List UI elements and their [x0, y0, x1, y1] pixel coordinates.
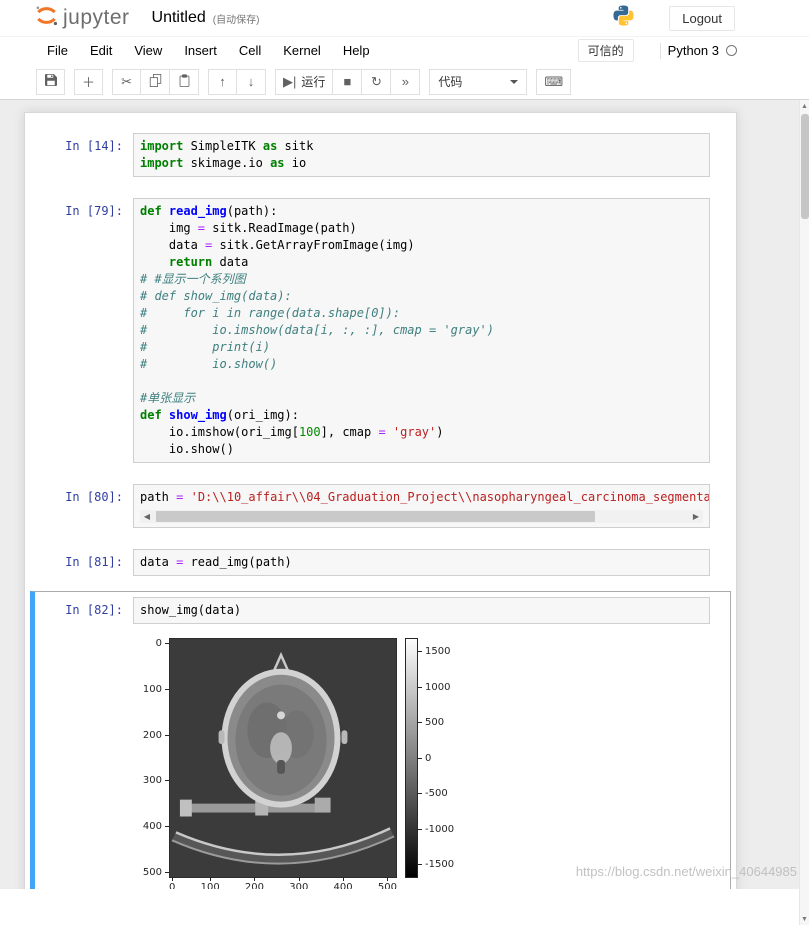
scroll-down-arrow[interactable]: ▼: [800, 913, 809, 925]
input-prompt: In [79]:: [65, 204, 123, 218]
menu-kernel[interactable]: Kernel: [272, 39, 332, 62]
copy-cell-button[interactable]: [141, 68, 171, 95]
menu-help[interactable]: Help: [332, 39, 381, 62]
code-cell-79[interactable]: In [79]: def read_img(path): img = sitk.…: [30, 192, 731, 469]
menu-file[interactable]: File: [36, 39, 79, 62]
cell-type-value: 代码: [438, 75, 463, 89]
run-icon: ▶|: [283, 73, 297, 89]
menu-insert[interactable]: Insert: [173, 39, 228, 62]
plus-icon: ＋: [82, 75, 96, 90]
code-text: def read_img(path): img = sitk.ReadImage…: [140, 204, 495, 456]
scroll-left-arrow[interactable]: ◀: [140, 510, 154, 523]
code-text: show_img(data): [140, 603, 242, 617]
vertical-scroll-thumb[interactable]: [801, 114, 809, 219]
code-text: import SimpleITK as sitk import skimage.i…: [140, 139, 314, 170]
input-prompt: In [14]:: [65, 139, 123, 153]
move-cell-up-button[interactable]: ↑: [208, 68, 238, 95]
scissors-icon: ✂: [121, 73, 132, 89]
paste-cell-button[interactable]: [170, 68, 200, 95]
add-cell-button[interactable]: ＋: [74, 68, 104, 95]
fast-forward-icon: »: [401, 74, 410, 89]
cell-output: 0 100 200 300 400 500 0 100 200 300 400 …: [133, 632, 454, 889]
matplotlib-figure: 0 100 200 300 400 500 0 100 200 300 400 …: [137, 638, 454, 889]
trusted-indicator[interactable]: 可信的: [577, 39, 634, 62]
move-cell-down-button[interactable]: ↓: [237, 68, 267, 95]
restart-icon: ↻: [370, 73, 382, 89]
menu-cell[interactable]: Cell: [228, 39, 272, 62]
kernel-name: Python 3: [667, 43, 719, 58]
input-prompt: In [82]:: [65, 603, 123, 617]
toolbar: ＋ ✂ ↑ ↓ ▶| 运行 ■ ↻ » 代码 ⌨: [0, 64, 809, 100]
cut-cell-button[interactable]: ✂: [112, 68, 142, 95]
colorbar-ticks: 1500 1000 500 0 -500 -1000 -1500: [418, 646, 454, 870]
code-text: path = 'D:\\10_affair\\04_Graduation_Pro…: [140, 490, 709, 504]
kernel-idle-icon: [726, 45, 737, 56]
arrow-down-icon: ↓: [247, 74, 255, 89]
horizontal-scroll-track[interactable]: [154, 510, 689, 523]
keyboard-icon: ⌨: [544, 73, 564, 89]
jupyter-planet-icon: [34, 3, 59, 33]
header: jupyter Untitled (自动保存) Logout: [0, 0, 809, 36]
restart-kernel-button[interactable]: ↻: [362, 68, 392, 95]
code-cell-14[interactable]: In [14]: import SimpleITK as sitk import …: [30, 127, 731, 183]
scroll-right-arrow[interactable]: ▶: [689, 510, 703, 523]
interrupt-kernel-button[interactable]: ■: [333, 68, 363, 95]
menu-edit[interactable]: Edit: [79, 39, 123, 62]
kernel-divider: [659, 42, 661, 59]
autosave-status: (自动保存): [212, 14, 260, 26]
run-label: 运行: [301, 75, 326, 89]
chevron-down-icon: [510, 79, 519, 84]
code-input[interactable]: show_img(data): [133, 597, 710, 624]
restart-run-all-button[interactable]: »: [391, 68, 421, 95]
notebook-scroll-area: In [14]: import SimpleITK as sitk import …: [0, 100, 809, 889]
run-cell-button[interactable]: ▶| 运行: [275, 68, 334, 95]
save-button[interactable]: [36, 68, 65, 95]
notebook-container: In [14]: import SimpleITK as sitk import …: [24, 112, 737, 889]
menu-view[interactable]: View: [123, 39, 173, 62]
notebook-title[interactable]: Untitled: [152, 9, 206, 27]
code-cell-81[interactable]: In [81]: data = read_img(path): [30, 543, 731, 582]
input-prompt: In [81]:: [65, 555, 123, 569]
code-cell-82-selected[interactable]: In [82]: show_img(data) 0 100 200 300 400 500: [30, 591, 731, 889]
horizontal-scroll-thumb[interactable]: [156, 511, 595, 522]
copy-icon: [149, 73, 162, 90]
code-input[interactable]: data = read_img(path): [133, 549, 710, 576]
colorbar: [405, 638, 418, 878]
command-palette-button[interactable]: ⌨: [536, 68, 572, 95]
horizontal-scrollbar[interactable]: ◀ ▶: [140, 510, 703, 523]
code-input[interactable]: path = 'D:\\10_affair\\04_Graduation_Pro…: [133, 484, 710, 528]
arrow-up-icon: ↑: [219, 74, 226, 89]
code-input[interactable]: def read_img(path): img = sitk.ReadImage…: [133, 198, 710, 463]
code-text: data = read_img(path): [140, 555, 292, 569]
code-input[interactable]: import SimpleITK as sitk import skimage.i…: [133, 133, 710, 177]
paste-icon: [178, 73, 191, 90]
stop-icon: ■: [343, 74, 352, 89]
menubar: File Edit View Insert Cell Kernel Help 可…: [0, 36, 809, 64]
code-cell-80[interactable]: In [80]: path = 'D:\\10_affair\\04_Gradu…: [30, 478, 731, 534]
cell-type-select[interactable]: 代码: [429, 68, 528, 95]
python-logo-icon: [612, 4, 635, 32]
output-prompt: [45, 632, 133, 889]
scroll-up-arrow[interactable]: ▲: [800, 100, 809, 112]
kernel-indicator: Python 3: [659, 42, 737, 59]
ct-image: [169, 638, 397, 878]
save-icon: [44, 74, 57, 89]
y-axis-ticks: 0 100 200 300 400 500: [137, 638, 169, 878]
x-axis-ticks: 0 100 200 300 400 500: [169, 877, 397, 889]
jupyter-wordmark: jupyter: [63, 6, 130, 29]
logout-button[interactable]: Logout: [669, 5, 735, 31]
vertical-scrollbar[interactable]: ▲ ▼: [799, 100, 809, 925]
input-prompt: In [80]:: [65, 490, 123, 504]
jupyter-logo[interactable]: jupyter: [34, 3, 130, 33]
